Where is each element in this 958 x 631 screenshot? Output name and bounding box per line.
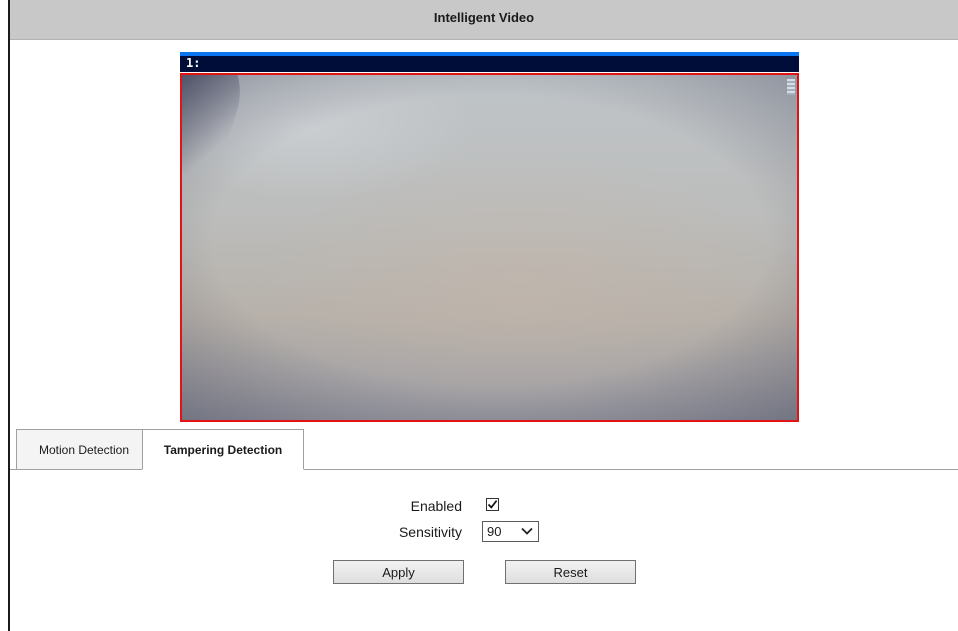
tab-bar: Motion Detection Tampering Detection (10, 429, 958, 471)
tab-tampering-detection[interactable]: Tampering Detection (142, 429, 304, 470)
apply-button-label: Apply (382, 564, 415, 580)
video-corner-marker (787, 79, 795, 95)
tab-motion-detection[interactable]: Motion Detection (16, 429, 152, 469)
tab-tampering-detection-label: Tampering Detection (163, 442, 283, 457)
enabled-label: Enabled (410, 498, 462, 514)
sensitivity-select[interactable]: 90 (482, 521, 539, 542)
video-channel-header: 1: (180, 52, 799, 72)
channel-label: 1: (186, 56, 201, 70)
enabled-checkbox[interactable] (486, 498, 499, 511)
sensitivity-label: Sensitivity (398, 524, 462, 540)
apply-button[interactable]: Apply (333, 560, 464, 584)
checkmark-icon (487, 500, 498, 509)
page-title: Intelligent Video (433, 10, 535, 25)
chevron-down-icon (521, 527, 533, 535)
tab-motion-detection-label: Motion Detection (38, 442, 130, 457)
reset-button[interactable]: Reset (505, 560, 636, 584)
reset-button-label: Reset (553, 564, 588, 580)
title-bar: Intelligent Video (10, 0, 958, 40)
intelligent-video-page: Intelligent Video 1: Motion Detection Ta… (0, 0, 958, 631)
sensitivity-value: 90 (487, 524, 502, 539)
video-preview[interactable] (180, 73, 799, 422)
video-image-vignette (182, 75, 797, 420)
window-left-border (8, 0, 10, 631)
